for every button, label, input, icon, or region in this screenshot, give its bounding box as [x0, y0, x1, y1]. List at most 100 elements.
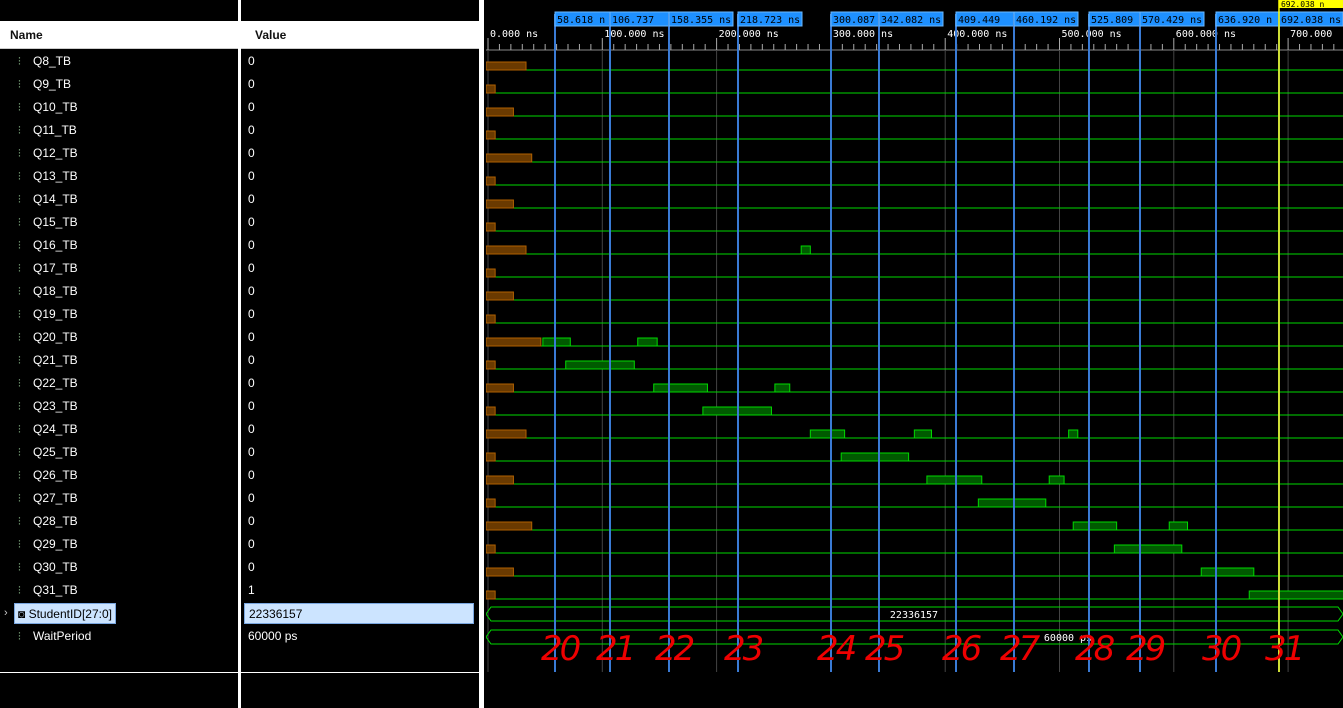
expand-arrow-icon[interactable]: ›	[4, 607, 8, 619]
panel-bottom-divider	[0, 672, 479, 673]
wave-uninit-segment	[486, 406, 496, 416]
signal-value: 0	[248, 422, 255, 436]
signal-name[interactable]: ⫶ Q18_TB	[18, 280, 78, 303]
handwritten-annotation: 31	[1265, 629, 1302, 669]
signal-name[interactable]: ⫶ Q15_TB	[18, 211, 78, 234]
signal-icon: ⫶	[18, 424, 21, 436]
signal-name[interactable]: ⫶ Q19_TB	[18, 303, 78, 326]
wave-uninit-segment	[486, 245, 527, 255]
signal-name[interactable]: ⫶ Q11_TB	[18, 119, 77, 142]
marker-label: 636.920 n	[1218, 15, 1272, 26]
handwritten-annotation: 21	[596, 629, 633, 669]
wave-pulse	[565, 360, 635, 370]
signal-value: 0	[248, 238, 255, 252]
name-column-header[interactable]: Name	[0, 21, 238, 49]
marker-label: 300.087	[833, 15, 875, 26]
tick-label: 0.000 ns	[490, 29, 538, 40]
signal-name[interactable]: ⫶ Q24_TB	[18, 418, 78, 441]
signal-label: Q12_TB	[33, 146, 78, 160]
bus-signal-name[interactable]: ◙ StudentID[27:0]	[14, 603, 116, 624]
signal-name[interactable]: ⫶ Q16_TB	[18, 234, 78, 257]
signal-value: 1	[248, 583, 255, 597]
wave-uninit-segment	[486, 337, 542, 347]
signal-value: 0	[248, 514, 255, 528]
signal-label: Q16_TB	[33, 238, 78, 252]
signal-icon: ⫶	[18, 79, 21, 91]
wave-splitter[interactable]	[479, 0, 484, 708]
signal-icon: ⫶	[18, 309, 21, 321]
value-column-header[interactable]: Value	[241, 21, 479, 49]
signal-name[interactable]: ⫶ Q21_TB	[18, 349, 78, 372]
signal-icon: ⫶	[18, 631, 21, 643]
wave-uninit-segment	[486, 176, 496, 186]
marker-label: 692.038 ns	[1281, 15, 1341, 26]
signal-name[interactable]: ⫶ Q13_TB	[18, 165, 78, 188]
signal-label: Q29_TB	[33, 537, 78, 551]
handwritten-annotation: 22	[655, 629, 694, 669]
wave-pulse	[1248, 590, 1343, 600]
signal-value: 0	[248, 330, 255, 344]
bus-signal-value[interactable]: 22336157	[244, 603, 474, 624]
signal-icon: ⫶	[18, 102, 21, 114]
marker-label: 158.355 ns	[671, 15, 731, 26]
wait-period-name[interactable]: ⫶ WaitPeriod	[18, 625, 91, 648]
signal-icon: ⫶	[18, 125, 21, 137]
wave-pulse	[800, 245, 811, 255]
signal-name[interactable]: ⫶ Q17_TB	[18, 257, 78, 280]
wave-uninit-segment	[486, 199, 514, 209]
signal-value: 0	[248, 468, 255, 482]
handwritten-annotation: 24	[817, 629, 856, 669]
tick-label: 300.000 ns	[833, 29, 893, 40]
signal-name[interactable]: ⫶ Q8_TB	[18, 50, 71, 73]
wave-pulse	[913, 429, 932, 439]
signal-label: Q18_TB	[33, 284, 78, 298]
handwritten-annotation: 25	[865, 629, 904, 669]
signal-icon: ⫶	[18, 148, 21, 160]
wave-pulse	[1200, 567, 1255, 577]
signal-name[interactable]: ⫶ Q27_TB	[18, 487, 78, 510]
waveform-viewer[interactable]: 0.000 ns 100.000 ns 200.000 ns 300.000 ns 40…	[486, 0, 1343, 708]
signal-name[interactable]: ⫶ Q20_TB	[18, 326, 78, 349]
tick-label: 700.000	[1290, 29, 1332, 40]
wave-pulse	[774, 383, 791, 393]
tick-label: 200.000 ns	[719, 29, 779, 40]
signal-icon: ⫶	[18, 516, 21, 528]
signal-label: Q11_TB	[33, 123, 77, 137]
wave-pulse	[1072, 521, 1118, 531]
signal-label: Q26_TB	[33, 468, 78, 482]
signal-label: Q25_TB	[33, 445, 78, 459]
signal-icon: ⫶	[18, 171, 21, 183]
signal-value: 0	[248, 537, 255, 551]
signal-icon: ⫶	[18, 332, 21, 344]
signal-name[interactable]: ⫶ Q9_TB	[18, 73, 71, 96]
signal-name[interactable]: ⫶ Q26_TB	[18, 464, 78, 487]
signal-value: 0	[248, 307, 255, 321]
signal-name[interactable]: ⫶ Q29_TB	[18, 533, 78, 556]
cursor-label: 692.038 n	[1281, 0, 1325, 9]
signal-label: Q24_TB	[33, 422, 78, 436]
signal-icon: ⫶	[18, 493, 21, 505]
tick-label: 500.000 ns	[1062, 29, 1122, 40]
signal-name[interactable]: ⫶ Q28_TB	[18, 510, 78, 533]
signal-name[interactable]: ⫶ Q30_TB	[18, 556, 78, 579]
signal-name[interactable]: ⫶ Q31_TB	[18, 579, 78, 602]
signal-name[interactable]: ⫶ Q12_TB	[18, 142, 78, 165]
signal-name[interactable]: ⫶ Q14_TB	[18, 188, 78, 211]
signal-icon: ⫶	[18, 447, 21, 459]
signal-label: WaitPeriod	[33, 629, 92, 643]
wave-uninit-segment	[486, 567, 514, 577]
signal-name[interactable]: ⫶ Q10_TB	[18, 96, 78, 119]
signal-label: Q14_TB	[33, 192, 78, 206]
signal-name[interactable]: ⫶ Q25_TB	[18, 441, 78, 464]
signal-icon: ⫶	[18, 240, 21, 252]
signal-name[interactable]: ⫶ Q23_TB	[18, 395, 78, 418]
signal-name[interactable]: ⫶ Q22_TB	[18, 372, 78, 395]
wave-pulse	[809, 429, 846, 439]
wave-pulse	[840, 452, 910, 462]
signal-value: 0	[248, 284, 255, 298]
signal-value: 0	[248, 491, 255, 505]
value-panel: Value 0 0 0 0 0 0 0 0 0 0 0 0 0 0 0 0 0 0 0 0 0 0 0 1 22336157 60…	[241, 0, 479, 708]
signal-value: 0	[248, 445, 255, 459]
signal-icon: ⫶	[18, 217, 21, 229]
wave-uninit-segment	[486, 153, 533, 163]
